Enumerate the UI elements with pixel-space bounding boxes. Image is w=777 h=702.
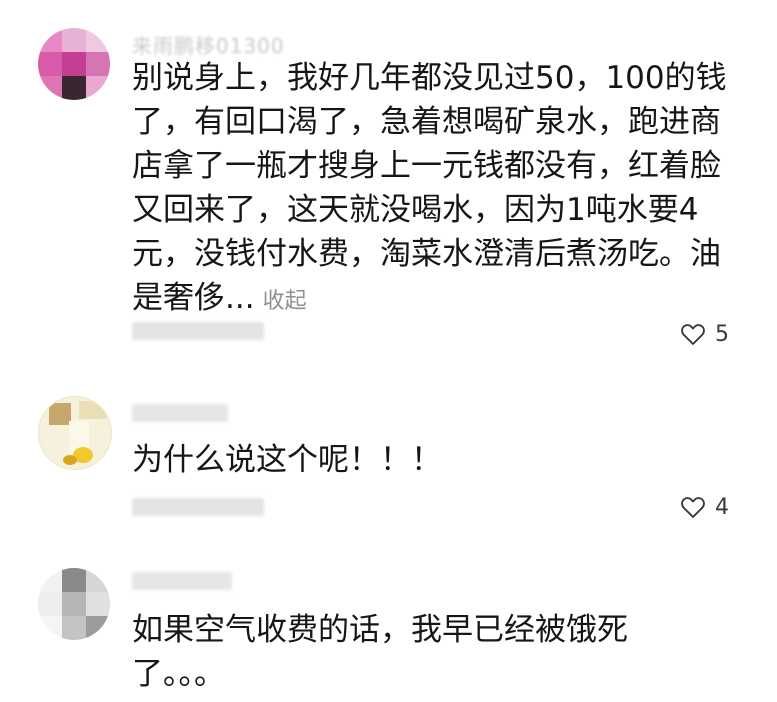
username[interactable] bbox=[132, 404, 228, 422]
comment-text: 别说身上，我好几年都没见过50，100的钱 了，有回口渴了，急着想喝矿泉水，跑进… bbox=[132, 56, 752, 324]
comment-meta bbox=[132, 322, 264, 340]
comment-text: 为什么说这个呢！！！ bbox=[132, 442, 442, 478]
avatar[interactable] bbox=[38, 568, 110, 640]
like-button[interactable]: 5 bbox=[679, 320, 729, 348]
like-button[interactable]: 4 bbox=[679, 493, 729, 521]
comment-item: 如果空气收费的话，我早已经被饿死 了。。。 bbox=[0, 550, 777, 702]
collapse-link[interactable]: 收起 bbox=[263, 289, 307, 314]
comment-item: 来雨鹏移01300 别说身上，我好几年都没见过50，100的钱 了，有回口渴了，… bbox=[0, 0, 777, 360]
username[interactable] bbox=[132, 572, 232, 590]
heart-icon bbox=[681, 324, 705, 345]
comment-text: 如果空气收费的话，我早已经被饿死 了。。。 bbox=[132, 612, 628, 692]
comment-meta bbox=[132, 498, 264, 516]
comment-item: 为什么说这个呢！！！ 4 bbox=[0, 360, 777, 550]
avatar[interactable] bbox=[38, 396, 112, 470]
comment-body: 别说身上，我好几年都没见过50，100的钱 了，有回口渴了，急着想喝矿泉水，跑进… bbox=[132, 60, 727, 316]
username[interactable]: 来雨鹏移01300 bbox=[132, 30, 285, 58]
like-count: 4 bbox=[715, 494, 729, 520]
heart-icon bbox=[681, 497, 705, 518]
avatar[interactable] bbox=[38, 28, 110, 100]
like-count: 5 bbox=[715, 321, 729, 347]
